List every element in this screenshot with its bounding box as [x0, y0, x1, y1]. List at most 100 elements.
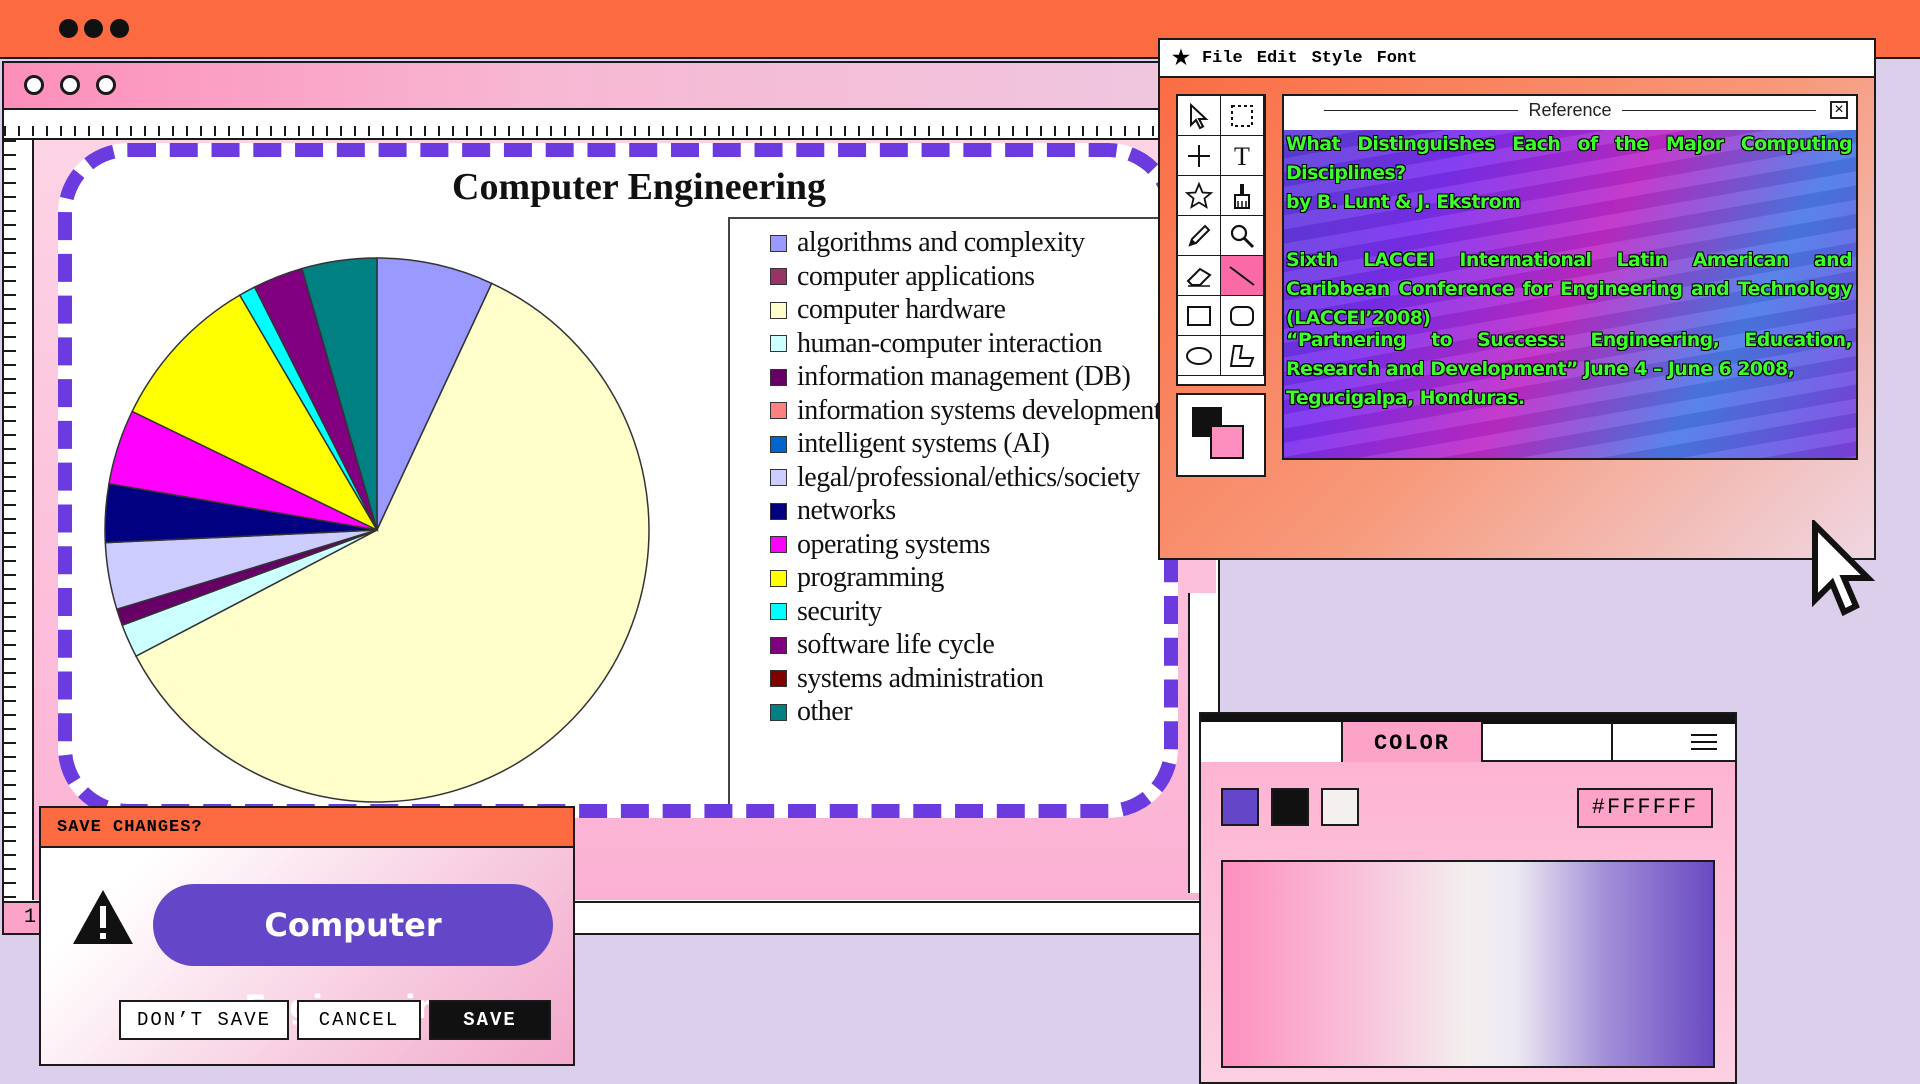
legend-item: systems administration	[770, 661, 1044, 697]
legend-swatch	[770, 402, 787, 419]
reference-title: Reference	[1528, 99, 1612, 120]
legend-label: software life cycle	[797, 629, 995, 660]
legend-label: operating systems	[797, 528, 990, 560]
close-icon[interactable]: ×	[1830, 101, 1848, 119]
warning-icon	[73, 890, 133, 944]
toolbox: T	[1176, 94, 1266, 386]
pie-chart	[104, 257, 650, 803]
line-icon[interactable]	[1221, 256, 1264, 296]
legend-item: legal/professional/ethics/society	[770, 460, 1140, 496]
fg-bg-color-box[interactable]	[1176, 393, 1266, 477]
legend-item: programming	[770, 560, 944, 596]
vertical-ruler	[4, 140, 34, 900]
polygon-icon[interactable]	[1221, 336, 1264, 376]
legend-swatch	[770, 703, 787, 721]
legend-label: other	[797, 696, 853, 727]
eraser-icon[interactable]	[1178, 256, 1221, 296]
background-color-swatch[interactable]	[1210, 425, 1244, 459]
color-swatch[interactable]	[1221, 788, 1259, 826]
legend-item: intelligent systems (AI)	[770, 426, 1050, 462]
reference-panel: Reference × What Distinguishes Each of t…	[1282, 94, 1858, 460]
legend-item: security	[770, 594, 882, 630]
main-window-titlebar	[4, 63, 1218, 110]
hex-value-field[interactable]: #FFFFFF	[1577, 788, 1713, 828]
window-dot-icon[interactable]	[84, 19, 103, 38]
legend-item: information systems development	[770, 393, 1162, 429]
menu-style[interactable]: Style	[1312, 49, 1363, 68]
legend-item: networks	[770, 493, 896, 529]
reference-line: by B. Lunt & J. Ekstrom	[1286, 191, 1521, 213]
pencil-icon[interactable]	[1178, 216, 1221, 256]
rectangle-icon[interactable]	[1178, 296, 1221, 336]
legend-item: computer applications	[770, 259, 1035, 295]
legend-swatch	[770, 569, 787, 587]
window-dot-icon[interactable]	[110, 19, 129, 38]
legend-swatch	[770, 469, 787, 486]
legend-item: operating systems	[770, 527, 990, 563]
brush-icon[interactable]	[1221, 176, 1264, 216]
legend-label: information management (DB)	[797, 361, 1131, 392]
star-icon[interactable]	[1178, 176, 1221, 216]
horizontal-ruler	[4, 110, 1218, 140]
minimize-circle-button[interactable]	[60, 75, 80, 95]
legend-label: computer applications	[797, 260, 1035, 292]
legend-swatch	[770, 301, 787, 319]
close-circle-button[interactable]	[24, 75, 44, 95]
save-button[interactable]: SAVE	[429, 1000, 551, 1040]
legend-label: programming	[797, 562, 944, 593]
reference-line: Tegucigalpa, Honduras.	[1286, 387, 1525, 409]
menu-font[interactable]: Font	[1377, 49, 1418, 68]
dialog-message: Computer Engineering	[153, 884, 553, 1026]
dialog-title: SAVE CHANGES?	[41, 808, 573, 848]
crosshair-icon[interactable]	[1178, 136, 1221, 176]
arrow-select-icon[interactable]	[1178, 96, 1221, 136]
color-panel-body: #FFFFFF	[1201, 762, 1735, 1082]
dont-save-button[interactable]: DON’T SAVE	[119, 1000, 289, 1040]
legend-swatch	[770, 536, 787, 553]
legend-swatch	[770, 670, 787, 687]
magnifier-icon[interactable]	[1221, 216, 1264, 256]
legend-item: software life cycle	[770, 627, 995, 663]
legend-swatch	[770, 234, 787, 252]
mouse-cursor-icon	[1812, 520, 1876, 617]
chart-card: Computer Engineering algorithms and comp…	[58, 143, 1178, 818]
legend-label: algorithms and complexity	[797, 227, 1085, 258]
color-swatch[interactable]	[1321, 788, 1359, 826]
reference-titlebar: Reference	[1284, 96, 1856, 124]
hamburger-menu-icon[interactable]	[1691, 734, 1717, 752]
legend-swatch	[770, 368, 787, 386]
menu-edit[interactable]: Edit	[1257, 49, 1298, 68]
legend-label: networks	[797, 495, 896, 526]
legend-swatch	[770, 502, 787, 520]
legend-swatch	[770, 636, 787, 654]
maximize-circle-button[interactable]	[96, 75, 116, 95]
legend-swatch	[770, 435, 787, 453]
marquee-select-icon[interactable]	[1221, 96, 1264, 136]
text-icon[interactable]: T	[1221, 136, 1264, 176]
menu-file[interactable]: File	[1202, 49, 1243, 68]
legend-item: algorithms and complexity	[770, 225, 1085, 261]
legend-label: systems administration	[797, 662, 1044, 694]
legend-item: other	[770, 694, 853, 730]
window-dot-icon[interactable]	[59, 19, 78, 38]
cancel-button[interactable]: CANCEL	[297, 1000, 421, 1040]
legend-item: computer hardware	[770, 292, 1006, 328]
legend-label: information systems development	[797, 394, 1162, 426]
legend-label: computer hardware	[797, 294, 1006, 325]
legend-label: human-computer interaction	[797, 327, 1103, 359]
save-changes-dialog: SAVE CHANGES? Computer Engineering DON’T…	[39, 806, 575, 1066]
reference-line: Sixth LACCEI International Latin America…	[1286, 249, 1853, 329]
reference-line: What Distinguishes Each of the Major Com…	[1286, 133, 1853, 184]
color-swatch[interactable]	[1271, 788, 1309, 826]
color-panel-tabs: COLOR	[1201, 714, 1735, 770]
legend-label: security	[797, 595, 882, 627]
ellipse-icon[interactable]	[1178, 336, 1221, 376]
legend-item: human-computer interaction	[770, 326, 1103, 362]
color-panel: COLOR #FFFFFF	[1199, 712, 1737, 1084]
legend-swatch	[770, 335, 787, 352]
legend-label: intelligent systems (AI)	[797, 428, 1050, 459]
svg-text:T: T	[1234, 142, 1250, 171]
rounded-rectangle-icon[interactable]	[1221, 296, 1264, 336]
color-gradient-picker[interactable]	[1221, 860, 1715, 1068]
reference-line: “Partnering to Success: Engineering, Edu…	[1286, 329, 1853, 380]
